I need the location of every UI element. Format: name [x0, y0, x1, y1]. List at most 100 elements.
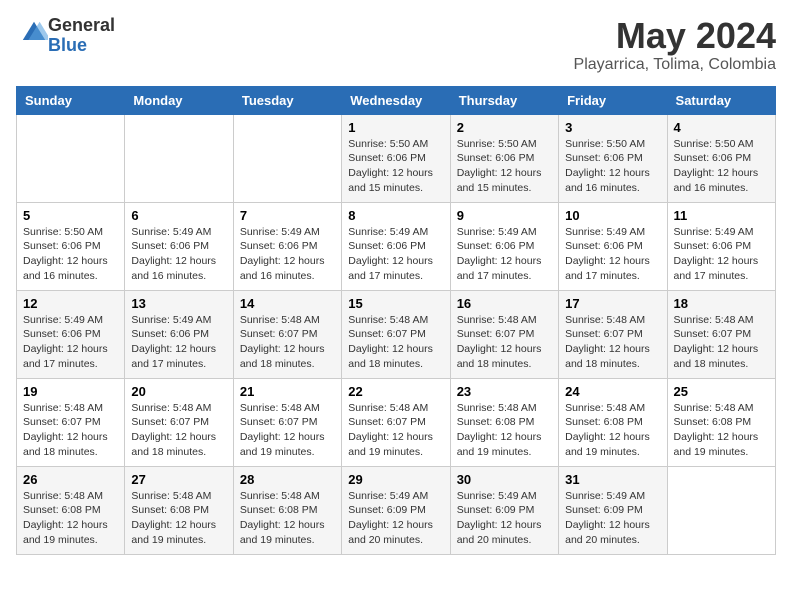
- day-number: 6: [131, 208, 226, 223]
- day-number: 10: [565, 208, 660, 223]
- calendar-cell: 17Sunrise: 5:48 AM Sunset: 6:07 PM Dayli…: [559, 290, 667, 378]
- day-info: Sunrise: 5:48 AM Sunset: 6:07 PM Dayligh…: [240, 313, 335, 372]
- calendar-week-row: 5 Sunrise: 5:50 AM Sunset: 6:06 PM Daylig…: [17, 202, 776, 290]
- calendar-cell: 31 Sunrise: 5:49 AM Sunset: 6:09 PM Dayli…: [559, 466, 667, 554]
- calendar-cell: 26 Sunrise: 5:48 AM Sunset: 6:08 PM Dayli…: [17, 466, 125, 554]
- day-info: Sunrise: 5:50 AM Sunset: 6:06 PM Dayligh…: [674, 137, 769, 196]
- location: Playarrica, Tolima, Colombia: [574, 56, 776, 74]
- calendar-cell: 1Sunrise: 5:50 AM Sunset: 6:06 PM Daylig…: [342, 114, 450, 202]
- day-number: 14: [240, 296, 335, 311]
- day-info: Sunrise: 5:49 AM Sunset: 6:06 PM Dayligh…: [457, 225, 552, 284]
- day-number: 12: [23, 296, 118, 311]
- calendar-cell: 27 Sunrise: 5:48 AM Sunset: 6:08 PM Dayli…: [125, 466, 233, 554]
- calendar-cell: 9 Sunrise: 5:49 AM Sunset: 6:06 PM Daylig…: [450, 202, 558, 290]
- calendar-cell: 4 Sunrise: 5:50 AM Sunset: 6:06 PM Daylig…: [667, 114, 775, 202]
- logo-text: General Blue: [48, 16, 115, 56]
- day-info: Sunrise: 5:48 AM Sunset: 6:08 PM Dayligh…: [131, 489, 226, 548]
- day-info: Sunrise: 5:48 AM Sunset: 6:08 PM Dayligh…: [240, 489, 335, 548]
- day-number: 24: [565, 384, 660, 399]
- day-info: Sunrise: 5:48 AM Sunset: 6:07 PM Dayligh…: [674, 313, 769, 372]
- calendar-cell: 30 Sunrise: 5:49 AM Sunset: 6:09 PM Dayli…: [450, 466, 558, 554]
- calendar-cell: 5 Sunrise: 5:50 AM Sunset: 6:06 PM Daylig…: [17, 202, 125, 290]
- day-number: 31: [565, 472, 660, 487]
- calendar-cell: 19Sunrise: 5:48 AM Sunset: 6:07 PM Dayli…: [17, 378, 125, 466]
- calendar-cell: 2 Sunrise: 5:50 AM Sunset: 6:06 PM Daylig…: [450, 114, 558, 202]
- day-info: Sunrise: 5:48 AM Sunset: 6:08 PM Dayligh…: [457, 401, 552, 460]
- day-number: 30: [457, 472, 552, 487]
- calendar-cell: 23Sunrise: 5:48 AM Sunset: 6:08 PM Dayli…: [450, 378, 558, 466]
- logo-blue: Blue: [48, 35, 87, 55]
- day-info: Sunrise: 5:50 AM Sunset: 6:06 PM Dayligh…: [457, 137, 552, 196]
- day-info: Sunrise: 5:48 AM Sunset: 6:08 PM Dayligh…: [674, 401, 769, 460]
- day-info: Sunrise: 5:48 AM Sunset: 6:07 PM Dayligh…: [348, 401, 443, 460]
- day-number: 5: [23, 208, 118, 223]
- day-info: Sunrise: 5:48 AM Sunset: 6:07 PM Dayligh…: [457, 313, 552, 372]
- day-number: 4: [674, 120, 769, 135]
- calendar-cell: 29 Sunrise: 5:49 AM Sunset: 6:09 PM Dayli…: [342, 466, 450, 554]
- calendar-table: SundayMondayTuesdayWednesdayThursdayFrid…: [16, 86, 776, 555]
- calendar-cell: 28 Sunrise: 5:48 AM Sunset: 6:08 PM Dayli…: [233, 466, 341, 554]
- day-info: Sunrise: 5:48 AM Sunset: 6:07 PM Dayligh…: [565, 313, 660, 372]
- calendar-week-row: 26 Sunrise: 5:48 AM Sunset: 6:08 PM Dayli…: [17, 466, 776, 554]
- calendar-cell: 13Sunrise: 5:49 AM Sunset: 6:06 PM Dayli…: [125, 290, 233, 378]
- day-number: 21: [240, 384, 335, 399]
- weekday-header: Wednesday: [342, 86, 450, 114]
- day-info: Sunrise: 5:50 AM Sunset: 6:06 PM Dayligh…: [23, 225, 118, 284]
- day-info: Sunrise: 5:49 AM Sunset: 6:09 PM Dayligh…: [457, 489, 552, 548]
- day-number: 3: [565, 120, 660, 135]
- weekday-header: Monday: [125, 86, 233, 114]
- day-number: 27: [131, 472, 226, 487]
- day-info: Sunrise: 5:48 AM Sunset: 6:07 PM Dayligh…: [131, 401, 226, 460]
- day-number: 19: [23, 384, 118, 399]
- calendar-cell: 16 Sunrise: 5:48 AM Sunset: 6:07 PM Dayli…: [450, 290, 558, 378]
- day-number: 29: [348, 472, 443, 487]
- weekday-header: Sunday: [17, 86, 125, 114]
- calendar-cell: 22Sunrise: 5:48 AM Sunset: 6:07 PM Dayli…: [342, 378, 450, 466]
- calendar-cell: 12Sunrise: 5:49 AM Sunset: 6:06 PM Dayli…: [17, 290, 125, 378]
- page-header: General Blue May 2024 Playarrica, Tolima…: [16, 16, 776, 74]
- calendar-cell: [667, 466, 775, 554]
- day-info: Sunrise: 5:49 AM Sunset: 6:06 PM Dayligh…: [240, 225, 335, 284]
- calendar-cell: [17, 114, 125, 202]
- day-info: Sunrise: 5:48 AM Sunset: 6:08 PM Dayligh…: [23, 489, 118, 548]
- logo: General Blue: [16, 16, 115, 56]
- day-number: 26: [23, 472, 118, 487]
- calendar-cell: 25 Sunrise: 5:48 AM Sunset: 6:08 PM Dayli…: [667, 378, 775, 466]
- weekday-header: Friday: [559, 86, 667, 114]
- day-info: Sunrise: 5:50 AM Sunset: 6:06 PM Dayligh…: [348, 137, 443, 196]
- day-info: Sunrise: 5:49 AM Sunset: 6:09 PM Dayligh…: [565, 489, 660, 548]
- month-year: May 2024: [574, 16, 776, 56]
- day-info: Sunrise: 5:49 AM Sunset: 6:06 PM Dayligh…: [565, 225, 660, 284]
- day-number: 16: [457, 296, 552, 311]
- calendar-cell: 11Sunrise: 5:49 AM Sunset: 6:06 PM Dayli…: [667, 202, 775, 290]
- day-number: 28: [240, 472, 335, 487]
- day-info: Sunrise: 5:48 AM Sunset: 6:07 PM Dayligh…: [348, 313, 443, 372]
- logo-icon: [20, 19, 48, 47]
- calendar-cell: 10 Sunrise: 5:49 AM Sunset: 6:06 PM Dayli…: [559, 202, 667, 290]
- day-number: 13: [131, 296, 226, 311]
- day-number: 7: [240, 208, 335, 223]
- calendar-week-row: 19 Sunrise: 5:48 AM Sunset: 6:07 PM Dayli…: [17, 378, 776, 466]
- logo-general: General: [48, 15, 115, 35]
- day-info: Sunrise: 5:49 AM Sunset: 6:06 PM Dayligh…: [348, 225, 443, 284]
- day-number: 8: [348, 208, 443, 223]
- calendar-cell: 8 Sunrise: 5:49 AM Sunset: 6:06 PM Daylig…: [342, 202, 450, 290]
- calendar-week-row: 1Sunrise: 5:50 AM Sunset: 6:06 PM Daylig…: [17, 114, 776, 202]
- calendar-cell: 18 Sunrise: 5:48 AM Sunset: 6:07 PM Dayli…: [667, 290, 775, 378]
- day-number: 18: [674, 296, 769, 311]
- day-info: Sunrise: 5:49 AM Sunset: 6:06 PM Dayligh…: [131, 225, 226, 284]
- day-number: 9: [457, 208, 552, 223]
- day-info: Sunrise: 5:48 AM Sunset: 6:07 PM Dayligh…: [240, 401, 335, 460]
- weekday-header: Tuesday: [233, 86, 341, 114]
- calendar-cell: [233, 114, 341, 202]
- day-number: 2: [457, 120, 552, 135]
- calendar-cell: [125, 114, 233, 202]
- calendar-cell: 3 Sunrise: 5:50 AM Sunset: 6:06 PM Daylig…: [559, 114, 667, 202]
- calendar-cell: 14 Sunrise: 5:48 AM Sunset: 6:07 PM Dayli…: [233, 290, 341, 378]
- calendar-cell: 15Sunrise: 5:48 AM Sunset: 6:07 PM Dayli…: [342, 290, 450, 378]
- calendar-cell: 7 Sunrise: 5:49 AM Sunset: 6:06 PM Daylig…: [233, 202, 341, 290]
- day-info: Sunrise: 5:49 AM Sunset: 6:06 PM Dayligh…: [674, 225, 769, 284]
- day-info: Sunrise: 5:49 AM Sunset: 6:09 PM Dayligh…: [348, 489, 443, 548]
- day-number: 25: [674, 384, 769, 399]
- day-info: Sunrise: 5:50 AM Sunset: 6:06 PM Dayligh…: [565, 137, 660, 196]
